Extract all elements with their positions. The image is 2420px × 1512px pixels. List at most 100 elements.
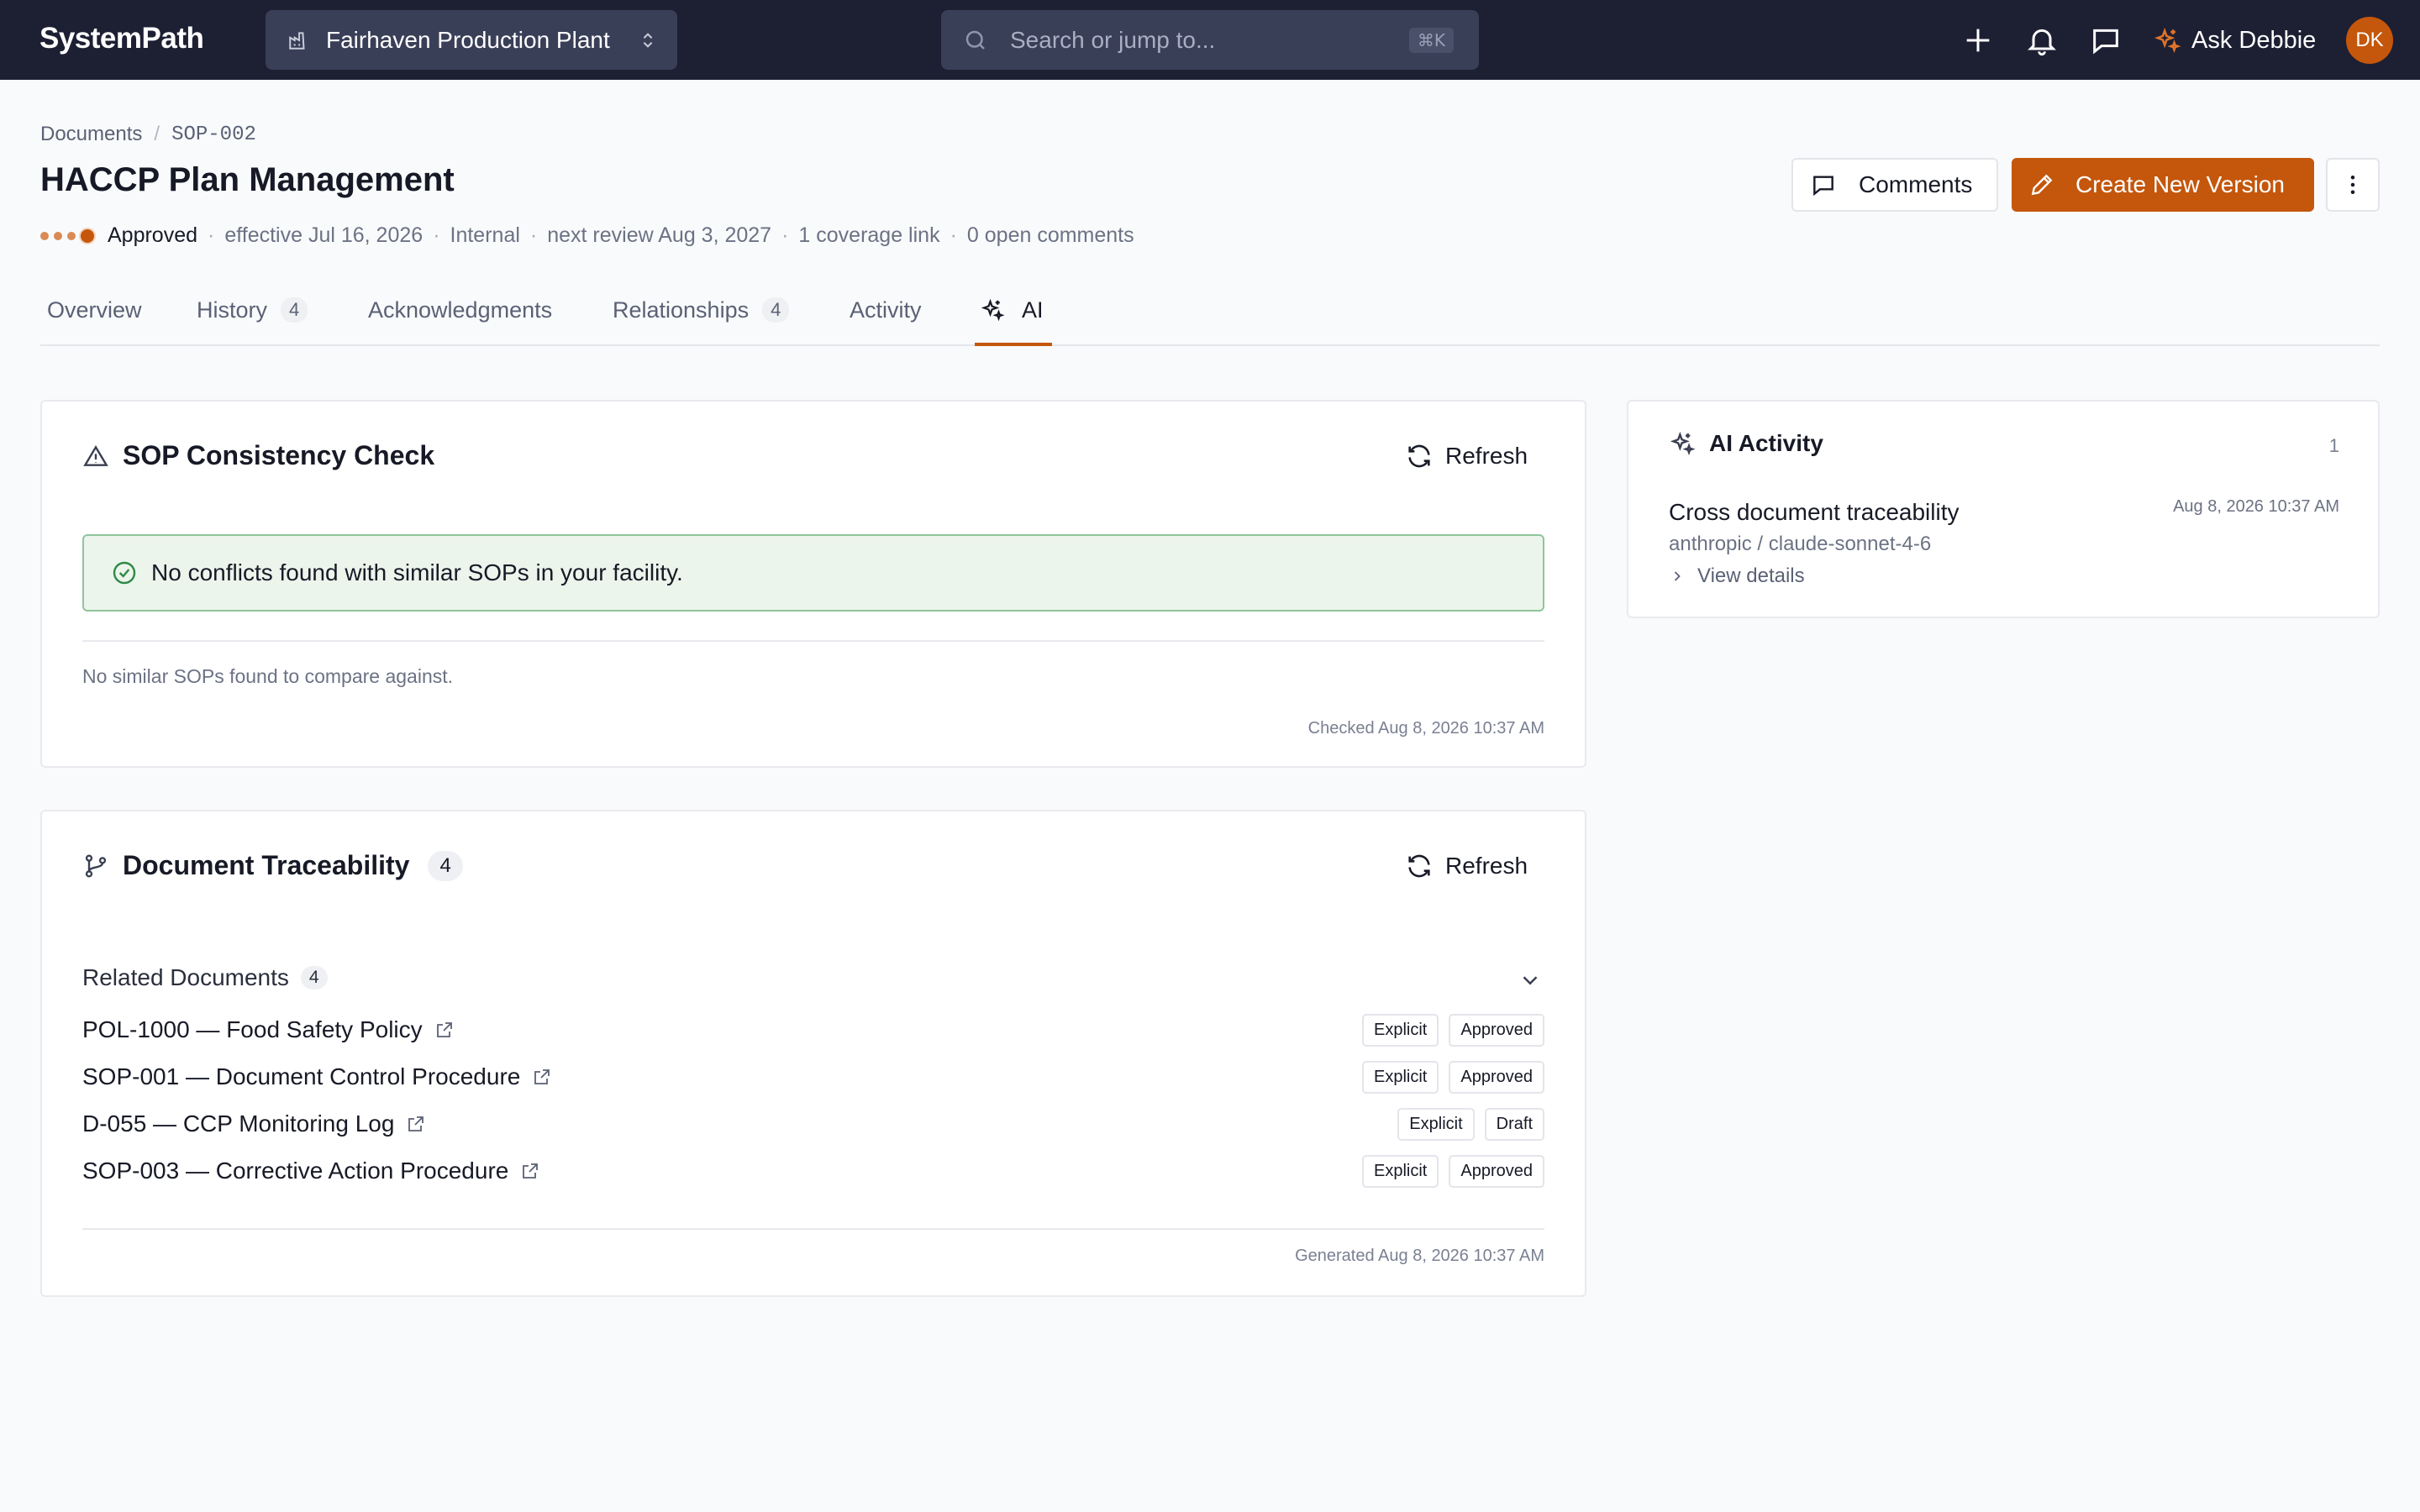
pencil-icon [2028, 171, 2055, 198]
open-comments-count[interactable]: 0 open comments [967, 223, 1134, 248]
facility-name: Fairhaven Production Plant [326, 26, 610, 53]
divider [82, 1228, 1544, 1230]
status-badge: Approved [108, 223, 198, 247]
related-documents-label: Related Documents [82, 964, 289, 990]
sop-consistency-card: SOP Consistency Check Refresh No conflic… [40, 400, 1586, 768]
related-document-link[interactable]: SOP-001 — Document Control Procedure [82, 1063, 552, 1090]
avatar[interactable]: DK [2346, 17, 2393, 64]
related-document-row: SOP-003 — Corrective Action Procedure Ex… [82, 1152, 1544, 1189]
relation-type-badge: Explicit [1362, 1013, 1439, 1047]
chevron-down-icon[interactable] [1518, 968, 1543, 993]
divider [82, 640, 1544, 642]
tab-count: 4 [281, 297, 308, 323]
relation-type-badge: Explicit [1362, 1154, 1439, 1188]
more-actions-button[interactable] [2326, 158, 2380, 212]
brand-logo[interactable]: SystemPath [39, 22, 204, 55]
updown-chevron-icon [639, 31, 657, 50]
page-title: HACCP Plan Management [40, 161, 455, 198]
related-document-link[interactable]: SOP-003 — Corrective Action Procedure [82, 1158, 540, 1184]
facility-selector[interactable]: Fairhaven Production Plant [266, 10, 677, 70]
tab-label: Acknowledgments [368, 297, 553, 323]
refresh-label: Refresh [1445, 853, 1528, 879]
related-document-link[interactable]: D-055 — CCP Monitoring Log [82, 1110, 426, 1137]
related-document-name: SOP-001 — Document Control Procedure [82, 1063, 521, 1089]
comments-button[interactable]: Comments [1791, 158, 1998, 212]
card-title-text: AI Activity [1709, 430, 1823, 456]
relation-type-badge: Explicit [1362, 1060, 1439, 1094]
ai-activity-count: 1 [2328, 435, 2339, 456]
refresh-icon [1405, 852, 1434, 880]
global-search: ⌘K [941, 10, 1479, 70]
traceability-count: 4 [428, 850, 463, 881]
ai-activity-card: AI Activity 1 Cross document traceabilit… [1627, 400, 2380, 618]
no-similar-sops-note: No similar SOPs found to compare against… [82, 665, 454, 687]
external-link-icon [436, 1022, 452, 1037]
related-documents-header[interactable]: Related Documents 4 [82, 964, 328, 991]
refresh-icon [1405, 442, 1434, 470]
chat-icon[interactable] [2089, 24, 2123, 57]
warning-icon [82, 443, 109, 470]
status-badge: Approved [1449, 1013, 1544, 1047]
status-badge: Draft [1484, 1107, 1544, 1141]
more-vertical-icon [2340, 172, 2365, 197]
tab-ai[interactable]: AI [975, 286, 1052, 346]
no-conflicts-alert: No conflicts found with similar SOPs in … [82, 534, 1544, 612]
top-bar: SystemPath Fairhaven Production Plant ⌘K [0, 0, 2420, 80]
related-document-row: POL-1000 — Food Safety Policy Explicit A… [82, 1011, 1544, 1048]
external-link-icon [408, 1116, 424, 1131]
ai-activity-item-model: anthropic / claude-sonnet-4-6 [1669, 533, 1932, 555]
ai-activity-item-time: Aug 8, 2026 10:37 AM [2173, 497, 2339, 516]
create-new-version-button[interactable]: Create New Version [2012, 158, 2314, 212]
ask-debbie-label: Ask Debbie [2191, 26, 2317, 54]
ask-debbie-button[interactable]: Ask Debbie [2153, 22, 2316, 59]
effective-date: effective Jul 16, 2026 [224, 223, 424, 247]
refresh-consistency-button[interactable]: Refresh [1405, 442, 1528, 470]
bell-icon[interactable] [2025, 24, 2059, 57]
related-document-link[interactable]: POL-1000 — Food Safety Policy [82, 1016, 455, 1043]
external-link-icon [534, 1069, 550, 1084]
plus-icon[interactable] [1961, 24, 1995, 57]
breadcrumb: Documents / SOP-002 [40, 123, 256, 146]
breadcrumb-documents[interactable]: Documents [40, 123, 142, 146]
tab-activity[interactable]: Activity [850, 286, 922, 346]
document-traceability-card: Document Traceability 4 Refresh Related … [40, 810, 1586, 1297]
related-document-row: SOP-001 — Document Control Procedure Exp… [82, 1058, 1544, 1095]
alert-text: No conflicts found with similar SOPs in … [151, 559, 683, 585]
next-review-date: next review Aug 3, 2027 [547, 223, 772, 247]
sparkle-icon [2153, 26, 2181, 55]
status-stages-indicator [40, 228, 94, 243]
check-circle-icon [111, 559, 138, 586]
related-document-name: D-055 — CCP Monitoring Log [82, 1110, 395, 1137]
tab-overview[interactable]: Overview [47, 286, 142, 346]
tab-label: AI [1022, 297, 1044, 323]
search-shortcut: ⌘K [1408, 27, 1454, 53]
traceability-title: Document Traceability 4 [82, 850, 463, 881]
sop-consistency-title: SOP Consistency Check [82, 440, 434, 471]
external-link-icon [523, 1163, 539, 1179]
breadcrumb-separator: / [154, 123, 160, 145]
tab-history[interactable]: History 4 [197, 286, 308, 346]
search-input[interactable] [1010, 26, 1409, 54]
document-tabs: Overview History 4 Acknowledgments Relat… [40, 286, 2380, 346]
tab-acknowledgments[interactable]: Acknowledgments [368, 286, 552, 346]
tab-label: Overview [47, 297, 142, 323]
tab-relationships[interactable]: Relationships 4 [613, 286, 790, 346]
branch-icon [82, 853, 109, 879]
comments-button-label: Comments [1859, 171, 1973, 197]
tab-label: Activity [850, 297, 922, 323]
card-title-text: SOP Consistency Check [123, 440, 435, 470]
generated-timestamp: Generated Aug 8, 2026 10:37 AM [1295, 1247, 1544, 1265]
view-details-toggle[interactable]: View details [1669, 564, 1805, 588]
visibility: Internal [450, 223, 520, 247]
refresh-traceability-button[interactable]: Refresh [1405, 852, 1528, 880]
ai-activity-title: AI Activity [1669, 430, 1823, 457]
tab-label: Relationships [613, 297, 750, 323]
status-badge: Approved [1449, 1060, 1544, 1094]
tab-label: History [197, 297, 268, 323]
related-document-name: POL-1000 — Food Safety Policy [82, 1016, 423, 1042]
coverage-link[interactable]: 1 coverage link [798, 223, 939, 248]
view-details-label: View details [1697, 564, 1805, 587]
search-icon [963, 28, 988, 53]
create-new-version-label: Create New Version [2075, 171, 2286, 197]
refresh-label: Refresh [1445, 443, 1528, 469]
